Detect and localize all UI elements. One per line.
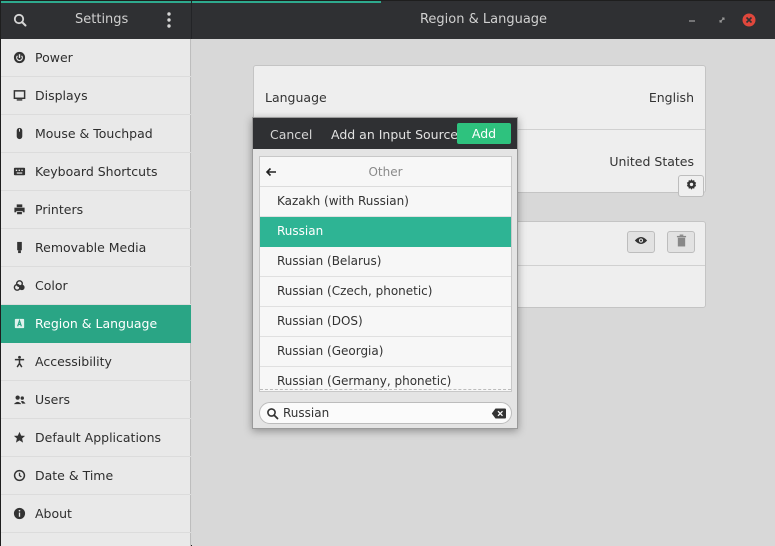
sidebar-item-accessibility[interactable]: Accessibility xyxy=(1,343,191,381)
sidebar-item-label: Mouse & Touchpad xyxy=(35,126,153,141)
display-icon xyxy=(12,89,26,103)
minimize-icon[interactable] xyxy=(684,12,700,28)
sidebar-item-power[interactable]: Power xyxy=(1,39,191,77)
sidebar-item-mouse[interactable]: Mouse & Touchpad xyxy=(1,115,191,153)
users-icon xyxy=(12,393,26,407)
search-input[interactable] xyxy=(283,404,483,422)
color-icon xyxy=(12,279,26,293)
list-item[interactable]: Russian (Georgia) xyxy=(260,337,511,367)
add-button[interactable]: Add xyxy=(457,123,511,144)
add-input-source-dialog: Cancel Add an Input Source Add Other Kaz… xyxy=(252,117,518,429)
sidebar-item-label: Region & Language xyxy=(35,316,158,331)
mouse-icon xyxy=(12,127,26,141)
trash-icon xyxy=(676,234,687,250)
formats-value: United States xyxy=(609,153,694,169)
search-icon xyxy=(266,407,279,420)
sidebar-item-date-time[interactable]: Date & Time xyxy=(1,457,191,495)
power-icon xyxy=(12,51,26,65)
language-label: Language xyxy=(265,90,327,105)
preview-layout-button[interactable] xyxy=(627,231,655,253)
dialog-title: Add an Input Source xyxy=(331,127,459,142)
category-title: Other xyxy=(368,165,403,179)
search-entry[interactable] xyxy=(259,402,512,424)
sidebar-item-removable-media[interactable]: Removable Media xyxy=(1,229,191,267)
sidebar-item-label: Color xyxy=(35,278,68,293)
sidebar-item-label: Printers xyxy=(35,202,84,217)
list-header: Other xyxy=(260,157,511,187)
search-icon[interactable] xyxy=(9,9,31,31)
keyboard-icon xyxy=(12,165,26,179)
sidebar-item-label: Default Applications xyxy=(35,430,162,445)
menu-icon[interactable] xyxy=(161,10,177,30)
sidebar-item-label: Date & Time xyxy=(35,468,114,483)
usb-icon xyxy=(12,241,26,255)
settings-window: Settings Region & Language Power Display… xyxy=(0,0,775,546)
sidebar-item-color[interactable]: Color xyxy=(1,267,191,305)
sidebar-item-keyboard[interactable]: Keyboard Shortcuts xyxy=(1,153,191,191)
sidebar-item-label: Accessibility xyxy=(35,354,112,369)
clock-icon xyxy=(12,469,26,483)
sidebar: Power Displays Mouse & Touchpad Keyboard… xyxy=(1,39,191,546)
close-icon[interactable] xyxy=(741,12,757,28)
sidebar-item-label: Displays xyxy=(35,88,88,103)
input-options-button[interactable] xyxy=(678,175,704,197)
list-item[interactable]: Russian (Czech, phonetic) xyxy=(260,277,511,307)
maximize-icon[interactable] xyxy=(714,12,730,28)
list-item-selected[interactable]: Russian xyxy=(260,217,511,247)
list-item[interactable]: Russian (Belarus) xyxy=(260,247,511,277)
info-icon xyxy=(12,507,26,521)
sidebar-item-default-applications[interactable]: Default Applications xyxy=(1,419,191,457)
accessibility-icon xyxy=(12,355,26,369)
sidebar-item-displays[interactable]: Displays xyxy=(1,77,191,115)
sidebar-item-printers[interactable]: Printers xyxy=(1,191,191,229)
dialog-header: Cancel Add an Input Source Add xyxy=(253,118,517,149)
header-bar: Settings Region & Language xyxy=(1,1,775,39)
star-icon xyxy=(12,431,26,445)
sidebar-item-region-language[interactable]: Region & Language xyxy=(1,305,191,343)
gear-icon xyxy=(685,178,698,194)
sidebar-item-label: Removable Media xyxy=(35,240,147,255)
language-value: English xyxy=(648,90,694,105)
list-item[interactable]: Russian (DOS) xyxy=(260,307,511,337)
sidebar-item-label: Keyboard Shortcuts xyxy=(35,164,158,179)
remove-input-button[interactable] xyxy=(667,231,695,253)
region-icon xyxy=(12,317,26,331)
sidebar-item-about[interactable]: About xyxy=(1,495,191,533)
sidebar-item-label: Power xyxy=(35,50,73,65)
app-title: Settings xyxy=(75,12,129,27)
printer-icon xyxy=(12,203,26,217)
list-item[interactable]: Kazakh (with Russian) xyxy=(260,187,511,217)
cancel-button[interactable]: Cancel xyxy=(270,127,312,142)
sidebar-item-label: Users xyxy=(35,392,71,407)
clear-icon[interactable] xyxy=(491,407,507,420)
eye-icon xyxy=(634,235,648,249)
sidebar-item-label: About xyxy=(35,506,72,521)
list-scroll-edge xyxy=(260,389,511,391)
sidebar-item-users[interactable]: Users xyxy=(1,381,191,419)
input-source-list: Other Kazakh (with Russian) Russian Russ… xyxy=(259,156,512,392)
